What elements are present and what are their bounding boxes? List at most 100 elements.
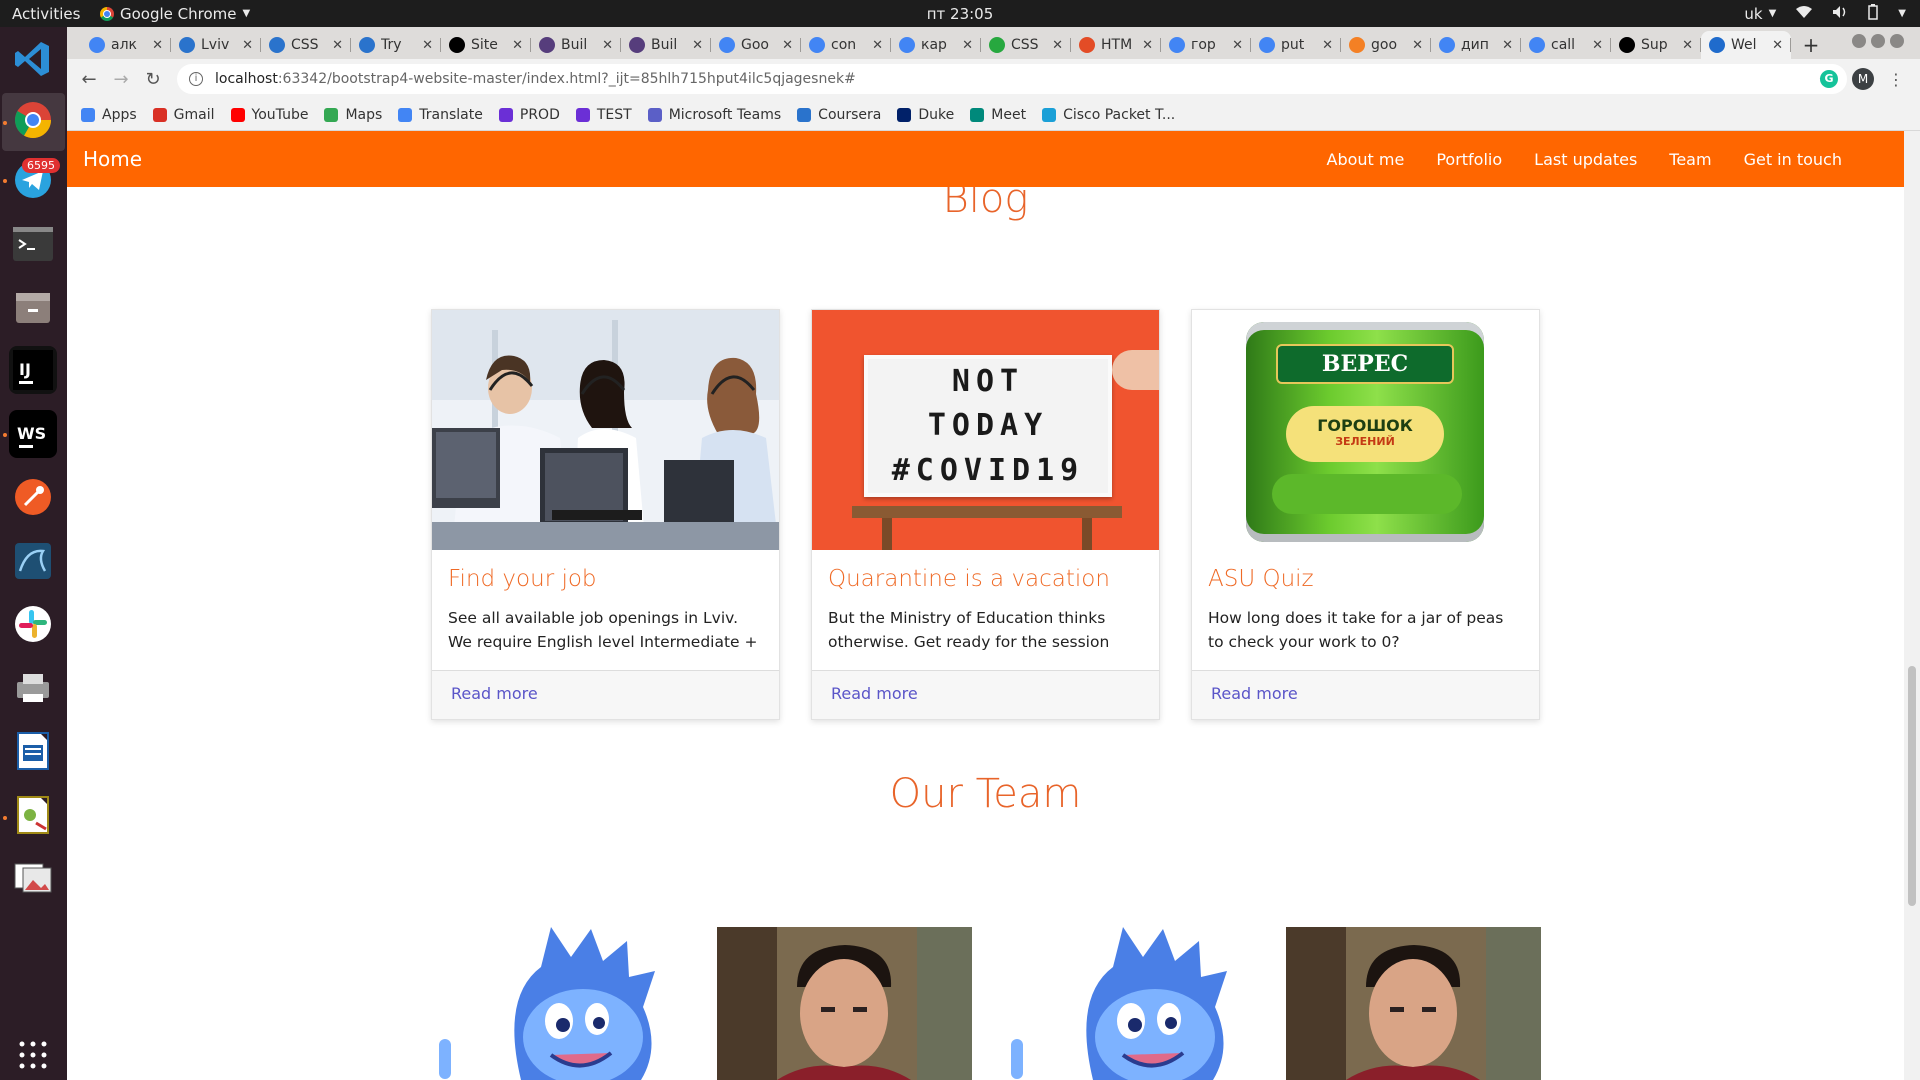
browser-tab[interactable]: Sup ✕ [1611, 31, 1701, 59]
clock[interactable]: пт 23:05 [927, 5, 994, 23]
site-info-icon[interactable]: i [189, 72, 203, 86]
browser-tab[interactable]: Try ✕ [351, 31, 441, 59]
keyboard-layout-indicator[interactable]: uk ▼ [1744, 5, 1776, 23]
slack-icon[interactable] [9, 600, 57, 648]
bookmark-label: Translate [419, 106, 483, 123]
close-tab-icon[interactable]: ✕ [1052, 38, 1063, 53]
close-tab-icon[interactable]: ✕ [1772, 38, 1783, 53]
close-window-button[interactable] [1890, 34, 1904, 48]
reload-icon[interactable]: ↻ [137, 69, 169, 90]
browser-tab[interactable]: con ✕ [801, 31, 891, 59]
terminal-icon[interactable] [9, 220, 57, 268]
browser-tab[interactable]: Buil ✕ [531, 31, 621, 59]
read-more-link[interactable]: Read more [831, 684, 918, 703]
close-tab-icon[interactable]: ✕ [332, 38, 343, 53]
close-tab-icon[interactable]: ✕ [1682, 38, 1693, 53]
scrollbar-thumb[interactable] [1908, 666, 1916, 906]
browser-tab[interactable]: Buil ✕ [621, 31, 711, 59]
profile-avatar[interactable]: M [1852, 68, 1874, 90]
close-tab-icon[interactable]: ✕ [782, 38, 793, 53]
close-tab-icon[interactable]: ✕ [512, 38, 523, 53]
chevron-down-icon[interactable]: ▼ [1898, 8, 1906, 19]
navbar-brand[interactable]: Home [83, 147, 142, 171]
page-scrollbar[interactable] [1904, 131, 1920, 1080]
bookmark-item[interactable]: TEST [575, 107, 632, 123]
close-tab-icon[interactable]: ✕ [152, 38, 163, 53]
close-tab-icon[interactable]: ✕ [422, 38, 433, 53]
browser-tab[interactable]: CSS ✕ [981, 31, 1071, 59]
close-tab-icon[interactable]: ✕ [692, 38, 703, 53]
browser-tab[interactable]: put ✕ [1251, 31, 1341, 59]
browser-tab[interactable]: Lviv ✕ [171, 31, 261, 59]
webstorm-icon[interactable]: WS [9, 410, 57, 458]
files-icon[interactable] [9, 283, 57, 331]
grammarly-extension-icon[interactable]: G [1820, 70, 1838, 88]
browser-tab[interactable]: goo ✕ [1341, 31, 1431, 59]
nav-link[interactable]: About me [1327, 150, 1405, 169]
bookmark-item[interactable]: Microsoft Teams [647, 107, 781, 123]
read-more-link[interactable]: Read more [451, 684, 538, 703]
tab-label: Site [471, 37, 498, 53]
chrome-icon[interactable] [9, 96, 57, 144]
browser-tab[interactable]: CSS ✕ [261, 31, 351, 59]
close-tab-icon[interactable]: ✕ [1142, 38, 1153, 53]
bookmark-item[interactable]: Meet [970, 107, 1026, 123]
close-tab-icon[interactable]: ✕ [962, 38, 973, 53]
address-bar[interactable]: i localhost:63342/bootstrap4-website-mas… [177, 64, 1847, 94]
browser-tab[interactable]: Goo ✕ [711, 31, 801, 59]
browser-tab[interactable]: кар ✕ [891, 31, 981, 59]
back-arrow-icon[interactable]: ← [73, 69, 105, 90]
read-more-link[interactable]: Read more [1211, 684, 1298, 703]
close-tab-icon[interactable]: ✕ [242, 38, 253, 53]
activities-button[interactable]: Activities [0, 5, 96, 23]
libreoffice-writer-icon[interactable] [9, 727, 57, 775]
bookmark-item[interactable]: Duke [897, 107, 954, 123]
vscode-icon[interactable] [9, 35, 57, 83]
close-tab-icon[interactable]: ✕ [872, 38, 883, 53]
browser-tab[interactable]: гор ✕ [1161, 31, 1251, 59]
close-tab-icon[interactable]: ✕ [1592, 38, 1603, 53]
bookmark-item[interactable]: PROD [498, 107, 560, 123]
new-tab-button[interactable]: + [1797, 33, 1825, 59]
peas-can-image: ВЕРЕС ГОРОШОК ЗЕЛЕНИЙ [1192, 310, 1539, 550]
app-menu[interactable]: Google Chrome ▼ [100, 5, 250, 23]
intellij-icon[interactable]: IJ [9, 346, 57, 394]
browser-tab[interactable]: call ✕ [1521, 31, 1611, 59]
libreoffice-draw-icon[interactable] [9, 791, 57, 839]
minimize-button[interactable] [1852, 34, 1866, 48]
close-tab-icon[interactable]: ✕ [1412, 38, 1423, 53]
printer-icon[interactable] [9, 664, 57, 712]
bookmark-item[interactable]: Gmail [152, 107, 215, 123]
close-tab-icon[interactable]: ✕ [602, 38, 613, 53]
bookmark-item[interactable]: Maps [324, 107, 382, 123]
bookmark-item[interactable]: Apps [81, 107, 137, 123]
nav-link[interactable]: Last updates [1534, 150, 1637, 169]
close-tab-icon[interactable]: ✕ [1502, 38, 1513, 53]
google-icon [809, 37, 825, 53]
image-viewer-icon[interactable] [9, 854, 57, 902]
show-applications-icon[interactable] [9, 1031, 57, 1079]
browser-tab[interactable]: алк ✕ [81, 31, 171, 59]
bookmark-item[interactable]: YouTube [230, 107, 308, 123]
browser-tab[interactable]: HTM ✕ [1071, 31, 1161, 59]
forward-arrow-icon[interactable]: → [105, 69, 137, 90]
nav-link[interactable]: Portfolio [1436, 150, 1502, 169]
close-tab-icon[interactable]: ✕ [1232, 38, 1243, 53]
card-footer: Read more [812, 670, 1159, 719]
browser-menu-icon[interactable]: ⋮ [1888, 70, 1904, 89]
nav-link[interactable]: Team [1669, 150, 1711, 169]
bookmark-item[interactable]: Cisco Packet T... [1042, 107, 1175, 123]
browser-tab[interactable]: дип ✕ [1431, 31, 1521, 59]
postman-icon[interactable] [9, 473, 57, 521]
close-tab-icon[interactable]: ✕ [1322, 38, 1333, 53]
volume-icon[interactable] [1832, 5, 1848, 23]
maximize-button[interactable] [1871, 34, 1885, 48]
battery-icon[interactable] [1868, 3, 1879, 24]
bookmark-item[interactable]: Translate [398, 107, 483, 123]
mysql-workbench-icon[interactable] [9, 537, 57, 585]
bookmark-item[interactable]: Coursera [797, 107, 881, 123]
wifi-icon[interactable] [1796, 5, 1813, 23]
browser-tab[interactable]: Wel ✕ [1701, 31, 1791, 59]
nav-link[interactable]: Get in touch [1744, 150, 1842, 169]
browser-tab[interactable]: Site ✕ [441, 31, 531, 59]
